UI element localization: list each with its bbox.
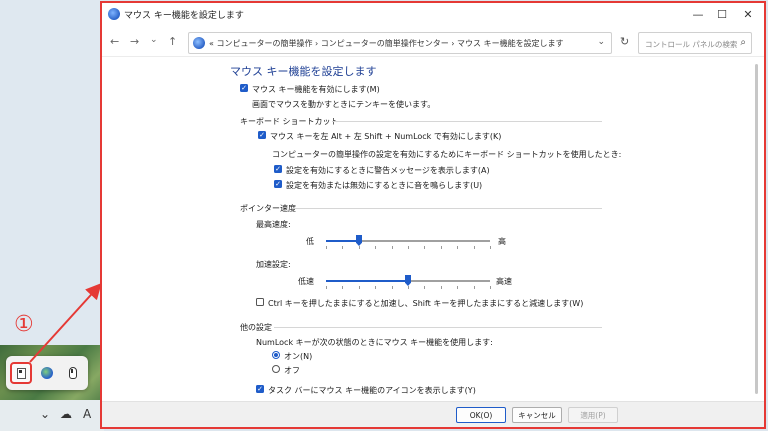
search-icon[interactable]: ⌕ (740, 37, 746, 48)
warning-message-label: 設定を有効にするときに警告メッセージを表示します(A) (286, 166, 490, 175)
top-speed-low-label: 低 (306, 237, 314, 246)
section-divider (274, 327, 602, 328)
close-button[interactable]: ✕ (736, 5, 760, 23)
chevron-down-icon[interactable]: ⌄ (597, 37, 605, 47)
control-panel-icon (108, 8, 120, 20)
slider-tick (424, 286, 425, 289)
ok-button[interactable]: OK(O) (456, 407, 506, 423)
numlock-off-radio[interactable] (272, 365, 280, 373)
ctrl-shift-label: Ctrl キーを押したままにすると加速し、Shift キーを押したままにすると減… (268, 299, 584, 308)
slider-tick (490, 246, 491, 249)
slider-tick (326, 246, 327, 249)
page-title: マウス キー機能を設定します (230, 65, 377, 78)
cancel-button[interactable]: キャンセル (512, 407, 562, 423)
minimize-button[interactable]: — (686, 5, 710, 23)
numlock-off-label: オフ (284, 366, 300, 375)
slider-tick (424, 246, 425, 249)
breadcrumb: « コンピューターの簡単操作 › コンピューターの簡単操作センター › マウス … (209, 39, 564, 48)
settings-content: マウス キー機能を設定します ✓ マウス キー機能を有効にします(M) 画面でマ… (102, 58, 764, 401)
slider-tick (375, 246, 376, 249)
maximize-button[interactable]: ☐ (710, 5, 734, 23)
slider-tick (441, 286, 442, 289)
slider-tick (342, 246, 343, 249)
acceleration-high-label: 高速 (496, 277, 512, 286)
slider-tick (375, 286, 376, 289)
dialog-button-bar: OK(O) キャンセル 適用(P) (102, 401, 764, 427)
search-placeholder: コントロール パネルの検索 (645, 40, 738, 49)
slider-tick (392, 286, 393, 289)
scrollbar[interactable] (754, 62, 760, 398)
window-title: マウス キー機能を設定します (124, 11, 244, 21)
chevron-down-icon[interactable]: ⌄ (40, 407, 50, 421)
slider-tick (408, 286, 409, 289)
sound-label: 設定を有効または無効にするときに音を鳴らします(U) (286, 181, 483, 190)
keyboard-shortcut-section-title: キーボード ショートカット (240, 117, 339, 126)
top-speed-slider[interactable] (326, 235, 491, 249)
other-settings-section-title: 他の設定 (240, 323, 272, 332)
slider-tick (359, 246, 360, 249)
callout-number-1: ① (14, 312, 34, 337)
slider-tick (457, 286, 458, 289)
numlock-on-label: オン(N) (284, 352, 313, 361)
cloud-icon[interactable]: ☁ (60, 407, 72, 421)
numlock-on-radio[interactable] (272, 351, 280, 359)
slider-tick (474, 286, 475, 289)
mouse-keys-tray-icon[interactable] (10, 362, 32, 384)
refresh-icon[interactable]: ↻ (620, 35, 629, 48)
ctrl-shift-checkbox[interactable] (256, 298, 264, 306)
section-divider (292, 208, 602, 209)
up-arrow-icon[interactable]: ↑ (168, 35, 177, 48)
acceleration-label: 加速設定: (256, 260, 291, 269)
address-bar-row: ← → ⌄ ↑ « コンピューターの簡単操作 › コンピューターの簡単操作センタ… (102, 27, 764, 57)
mouse-keys-settings-window: マウス キー機能を設定します — ☐ ✕ ← → ⌄ ↑ « コンピューターの簡… (100, 1, 766, 429)
slider-tick (359, 286, 360, 289)
back-arrow-icon[interactable]: ← (110, 35, 119, 48)
taskbar-icon-checkbox[interactable]: ✓ (256, 385, 264, 393)
top-speed-label: 最高速度: (256, 220, 291, 229)
slider-tick (342, 286, 343, 289)
ime-indicator[interactable]: A (83, 407, 91, 421)
slider-tick (392, 246, 393, 249)
network-globe-icon[interactable] (36, 362, 58, 384)
taskbar-icon-label: タスク バーにマウス キー機能のアイコンを表示します(Y) (268, 386, 476, 395)
warning-message-checkbox[interactable]: ✓ (274, 165, 282, 173)
shortcut-checkbox[interactable]: ✓ (258, 131, 266, 139)
pointer-speed-section-title: ポインター速度 (240, 204, 296, 213)
slider-thumb[interactable] (405, 275, 411, 286)
slider-tick (326, 286, 327, 289)
shortcut-description: コンピューターの簡単操作の設定を有効にするためにキーボード ショートカットを使用… (272, 150, 622, 159)
shortcut-label: マウス キーを左 Alt + 左 Shift + NumLock で有効にします… (270, 132, 502, 141)
slider-thumb[interactable] (356, 235, 362, 246)
title-bar: マウス キー機能を設定します — ☐ ✕ (102, 3, 764, 25)
enable-mouse-keys-checkbox[interactable]: ✓ (240, 84, 248, 92)
slider-tick (474, 246, 475, 249)
slider-tick (457, 246, 458, 249)
enable-mouse-keys-description: 画面でマウスを動かすときにテンキーを使います。 (252, 100, 436, 109)
numlock-description: NumLock キーが次の状態のときにマウス キー機能を使用します: (256, 338, 493, 347)
recent-locations-icon[interactable]: ⌄ (150, 35, 158, 45)
acceleration-low-label: 低速 (298, 277, 314, 286)
slider-tick (490, 286, 491, 289)
section-divider (332, 121, 602, 122)
mouse-icon[interactable] (62, 362, 84, 384)
acceleration-slider[interactable] (326, 275, 491, 289)
forward-arrow-icon[interactable]: → (130, 35, 139, 48)
address-bar[interactable]: « コンピューターの簡単操作 › コンピューターの簡単操作センター › マウス … (188, 32, 612, 54)
taskbar: ⌄ ☁ A (0, 400, 104, 431)
top-speed-high-label: 高 (498, 237, 506, 246)
control-panel-icon (193, 37, 205, 49)
sound-checkbox[interactable]: ✓ (274, 180, 282, 188)
slider-tick (441, 246, 442, 249)
tray-overflow-popup (6, 356, 88, 390)
search-input[interactable]: コントロール パネルの検索 ⌕ (638, 32, 752, 54)
apply-button[interactable]: 適用(P) (568, 407, 618, 423)
enable-mouse-keys-label: マウス キー機能を有効にします(M) (252, 85, 380, 94)
slider-tick (408, 246, 409, 249)
